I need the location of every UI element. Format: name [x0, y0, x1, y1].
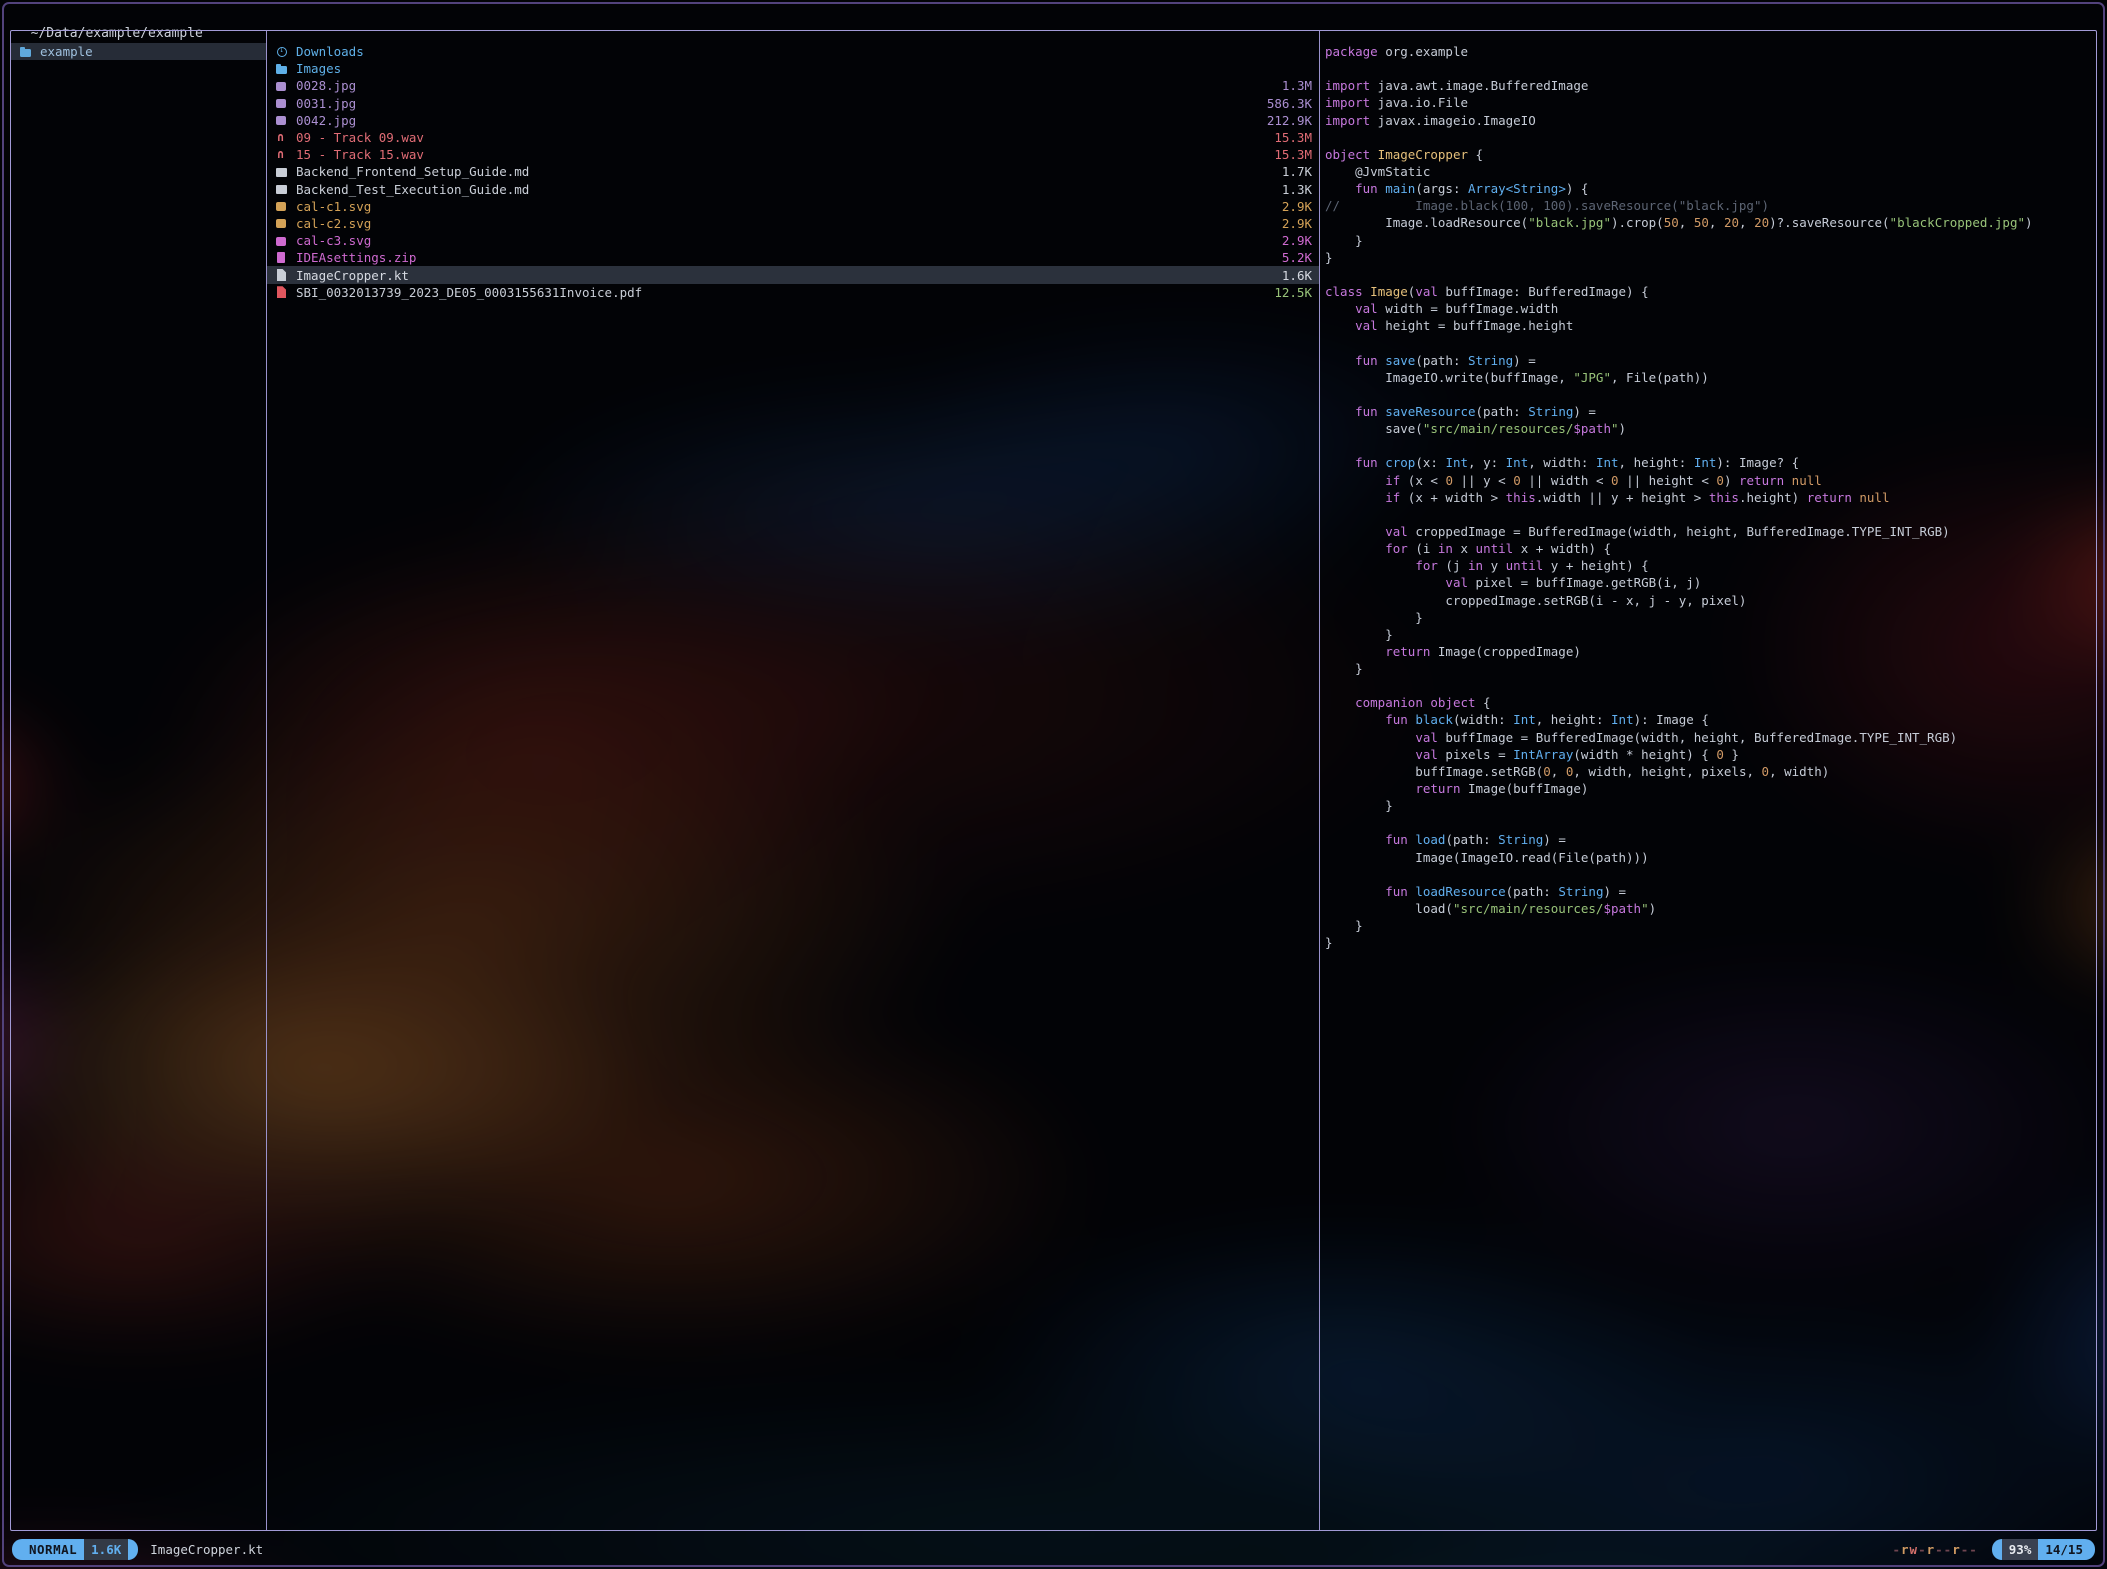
- dir-name: example: [40, 44, 93, 59]
- file-name: 15 - Track 15.wav: [296, 147, 424, 162]
- file-type-icon: [276, 286, 290, 298]
- file-type-icon: [276, 149, 290, 161]
- file-type-icon: [276, 235, 290, 247]
- file-size: 1.7K: [1282, 164, 1312, 179]
- file-name: 0042.jpg: [296, 113, 356, 128]
- file-name: Backend_Test_Execution_Guide.md: [296, 182, 529, 197]
- file-row[interactable]: Images: [267, 60, 1319, 77]
- file-row[interactable]: Downloads: [267, 43, 1319, 60]
- file-name: SBI_0032013739_2023_DE05_0003155631Invoi…: [296, 285, 642, 300]
- panes-container: example Downloads Images 0028.jpg: [10, 30, 2097, 1531]
- file-size: 212.9K: [1267, 113, 1312, 128]
- file-name: cal-c1.svg: [296, 199, 371, 214]
- folder-icon: [20, 46, 34, 58]
- mode-pill: NORMAL 1.6K: [12, 1539, 138, 1560]
- permissions: -rw-r--r--: [1892, 1542, 1977, 1557]
- file-row[interactable]: Backend_Frontend_Setup_Guide.md 1.7K: [267, 163, 1319, 180]
- file-type-icon: [276, 63, 290, 75]
- file-size: 12.5K: [1274, 285, 1312, 300]
- file-type-icon: [276, 80, 290, 92]
- scroll-percent: 93%: [2002, 1539, 2039, 1560]
- file-row[interactable]: cal-c3.svg 2.9K: [267, 232, 1319, 249]
- file-row[interactable]: 0028.jpg 1.3M: [267, 77, 1319, 94]
- file-size: 2.9K: [1282, 199, 1312, 214]
- file-size: 15.3M: [1274, 130, 1312, 145]
- file-size: 586.3K: [1267, 96, 1312, 111]
- file-name: cal-c3.svg: [296, 233, 371, 248]
- status-bar: NORMAL 1.6K ImageCropper.kt -rw-r--r-- 9…: [12, 1538, 2095, 1560]
- current-pane[interactable]: Downloads Images 0028.jpg 1.3M 0031.jpg: [267, 31, 1319, 1530]
- file-type-icon: [276, 217, 290, 229]
- file-row[interactable]: Backend_Test_Execution_Guide.md 1.3K: [267, 181, 1319, 198]
- file-row[interactable]: cal-c2.svg 2.9K: [267, 215, 1319, 232]
- parent-pane[interactable]: example: [11, 31, 266, 1530]
- status-file-name: ImageCropper.kt: [150, 1542, 263, 1557]
- file-name: ImageCropper.kt: [296, 268, 409, 283]
- file-type-icon: [276, 132, 290, 144]
- file-name: IDEAsettings.zip: [296, 250, 416, 265]
- pill-right-cap: [128, 1539, 138, 1560]
- file-type-icon: [276, 183, 290, 195]
- file-row[interactable]: ImageCropper.kt 1.6K: [267, 266, 1319, 283]
- file-name: Backend_Frontend_Setup_Guide.md: [296, 164, 529, 179]
- file-name: 0028.jpg: [296, 78, 356, 93]
- mode-badge: NORMAL: [22, 1539, 84, 1560]
- file-name: 09 - Track 09.wav: [296, 130, 424, 145]
- file-row[interactable]: IDEAsettings.zip 5.2K: [267, 249, 1319, 266]
- file-row[interactable]: 0031.jpg 586.3K: [267, 95, 1319, 112]
- file-name: cal-c2.svg: [296, 216, 371, 231]
- pill-left-cap: [12, 1539, 22, 1560]
- file-size: 5.2K: [1282, 250, 1312, 265]
- status-right: -rw-r--r-- 93% 14/15: [1892, 1539, 2095, 1560]
- preview-pane[interactable]: package org.example import java.awt.imag…: [1320, 31, 2096, 1530]
- file-name: Images: [296, 61, 341, 76]
- file-name: 0031.jpg: [296, 96, 356, 111]
- file-type-icon: [276, 166, 290, 178]
- file-row[interactable]: 15 - Track 15.wav 15.3M: [267, 146, 1319, 163]
- cursor-position: 14/15: [2038, 1539, 2095, 1560]
- file-row[interactable]: cal-c1.svg 2.9K: [267, 198, 1319, 215]
- file-size: 1.3K: [1282, 182, 1312, 197]
- path-bar: ~/Data/example/example: [15, 7, 203, 25]
- file-type-icon: [276, 200, 290, 212]
- file-type-icon: [276, 114, 290, 126]
- file-size: 1.6K: [1282, 268, 1312, 283]
- position-pill: 93% 14/15: [1992, 1539, 2095, 1560]
- file-row[interactable]: 09 - Track 09.wav 15.3M: [267, 129, 1319, 146]
- position-left-cap: [1992, 1539, 2002, 1560]
- file-name: Downloads: [296, 44, 364, 59]
- parent-list: example: [11, 31, 266, 60]
- file-size-badge: 1.6K: [84, 1539, 128, 1560]
- file-row[interactable]: SBI_0032013739_2023_DE05_0003155631Invoi…: [267, 284, 1319, 301]
- code-lines: package org.example import java.awt.imag…: [1320, 31, 2096, 951]
- file-type-icon: [276, 252, 290, 264]
- file-list: Downloads Images 0028.jpg 1.3M 0031.jpg: [267, 31, 1319, 301]
- file-row[interactable]: 0042.jpg 212.9K: [267, 112, 1319, 129]
- file-type-icon: [276, 46, 290, 58]
- file-type-icon: [276, 269, 290, 281]
- parent-dir-row[interactable]: example: [11, 43, 266, 60]
- file-size: 2.9K: [1282, 233, 1312, 248]
- file-size: 15.3M: [1274, 147, 1312, 162]
- file-size: 2.9K: [1282, 216, 1312, 231]
- file-type-icon: [276, 97, 290, 109]
- file-size: 1.3M: [1282, 78, 1312, 93]
